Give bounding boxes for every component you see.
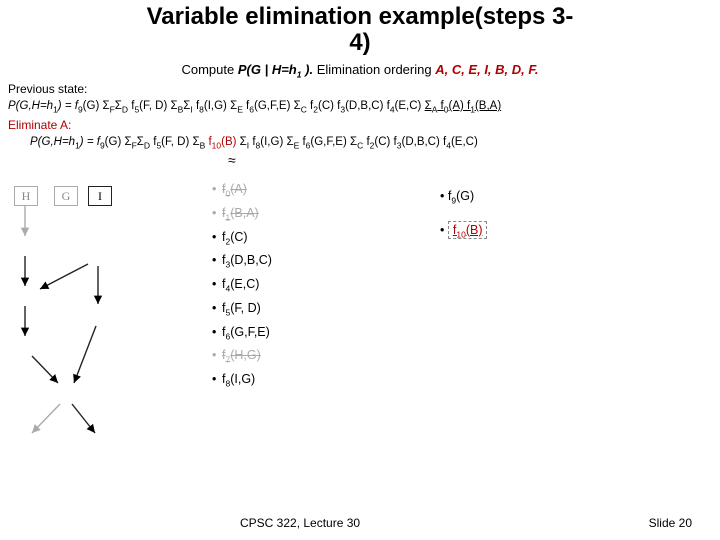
node-H: H — [14, 186, 38, 206]
equation-previous: P(G,H=h1) = f9(G) ΣFΣD f5(F, D) ΣBΣI f8(… — [8, 100, 501, 114]
factor-row-4: •f4(E,C) — [212, 273, 272, 297]
psB: B — [178, 104, 184, 114]
fr10s: 10 — [456, 229, 465, 239]
slide-subtitle: Compute P(G | H=h1 ). Elimination orderi… — [0, 62, 720, 80]
nsE: E — [294, 140, 300, 150]
nf2a: (C) f — [374, 136, 396, 148]
nf10a: (B) — [221, 136, 240, 148]
approx-mark-icon: ≈ — [228, 152, 236, 168]
prev-lhs: P(G,H=h — [8, 100, 53, 112]
node-G: G — [54, 186, 78, 206]
factor-list: •f0(A) •f1(B,A) •f2(C) •f3(D,B,C) •f4(E,… — [212, 178, 272, 392]
nsI: I — [247, 140, 249, 150]
factor-row-8: •f8(I,G) — [212, 368, 272, 392]
nsD: D — [144, 140, 150, 150]
new-factor-list: • f9(G) • f10(B) — [440, 180, 487, 247]
new-lhs-rest: ) = f — [80, 136, 100, 148]
pf2a: (C) f — [318, 100, 340, 112]
psE: E — [237, 104, 243, 114]
psA: A — [432, 104, 438, 114]
subtitle-pg-close: ). — [302, 62, 314, 77]
pf0a: (A) f — [448, 100, 470, 112]
previous-state-label: Previous state: — [8, 82, 87, 96]
factor-row-2: •f2(C) — [212, 226, 272, 250]
title-line-1: Variable elimination example(steps 3- — [147, 3, 574, 30]
psI: I — [190, 104, 192, 114]
nf6a: (G,F,E) — [310, 136, 350, 148]
pf9a: (G) — [83, 100, 103, 112]
factor-row-9: • f9(G) — [440, 180, 487, 214]
factor-row-3: •f3(D,B,C) — [212, 249, 272, 273]
fr7a: (H,G) — [230, 348, 261, 362]
bayes-net-graph: A B C D E F G H I — [10, 186, 190, 486]
nsF: F — [132, 140, 137, 150]
fr4a: (E,C) — [230, 277, 259, 291]
nf5a: (F, D) — [161, 136, 192, 148]
nf10s: 10 — [212, 140, 221, 150]
nf3a: (D,B,C) f — [401, 136, 446, 148]
factor-row-10: • f10(B) — [440, 214, 487, 248]
nsC: C — [357, 140, 363, 150]
factor-row-0: •f0(A) — [212, 178, 272, 202]
subtitle-pg: P(G | H=h — [238, 62, 297, 77]
footer-slide-number: Slide 20 — [649, 516, 692, 530]
factor-row-1: •f1(B,A) — [212, 202, 272, 226]
slide-title: Variable elimination example(steps 3- 4) — [0, 4, 720, 57]
psC: C — [301, 104, 307, 114]
nsB: B — [200, 140, 206, 150]
factor-row-7: •f7(H,G) — [212, 344, 272, 368]
nf9a: (G) — [105, 136, 125, 148]
graph-edges — [10, 186, 190, 486]
pf6a: (G,F,E) — [254, 100, 294, 112]
fr10a: (B) — [466, 223, 483, 237]
prev-lhs-rest: ) = f — [58, 100, 78, 112]
pf8a: (I,G) — [204, 100, 230, 112]
subtitle-elim-text: Elimination ordering — [317, 62, 436, 77]
psF: F — [110, 104, 115, 114]
subtitle-prefix: Compute — [181, 62, 237, 77]
nf8a: (I,G) — [260, 136, 286, 148]
subtitle-ordering: A, C, E, I, B, D, F. — [435, 62, 538, 77]
node-I: I — [88, 186, 112, 206]
fr9a: (G) — [456, 189, 474, 203]
slide-root: Variable elimination example(steps 3- 4)… — [0, 0, 720, 540]
eliminate-a-label: Eliminate A: — [8, 118, 71, 132]
psD: D — [122, 104, 128, 114]
fr8a: (I,G) — [230, 372, 255, 386]
fr0a: (A) — [230, 182, 247, 196]
fr5a: (F, D) — [230, 301, 261, 315]
factor-row-5: •f5(F, D) — [212, 297, 272, 321]
footer-course: CPSC 322, Lecture 30 — [240, 516, 360, 530]
new-lhs: P(G,H=h — [30, 136, 75, 148]
nf4a: (E,C) — [451, 136, 478, 148]
pf4a: (E,C) — [395, 100, 425, 112]
pf5a: (F, D) — [139, 100, 170, 112]
pf1a: (B,A) — [475, 100, 501, 112]
equation-new: P(G,H=h1) = f9(G) ΣFΣD f5(F, D) ΣB f10(B… — [30, 136, 478, 150]
fr6a: (G,F,E) — [230, 325, 270, 339]
fr1a: (B,A) — [230, 206, 258, 220]
pf3a: (D,B,C) f — [345, 100, 390, 112]
title-line-2: 4) — [349, 29, 370, 56]
factor-row-6: •f6(G,F,E) — [212, 321, 272, 345]
fr2a: (C) — [230, 230, 247, 244]
fr3a: (D,B,C) — [230, 253, 272, 267]
